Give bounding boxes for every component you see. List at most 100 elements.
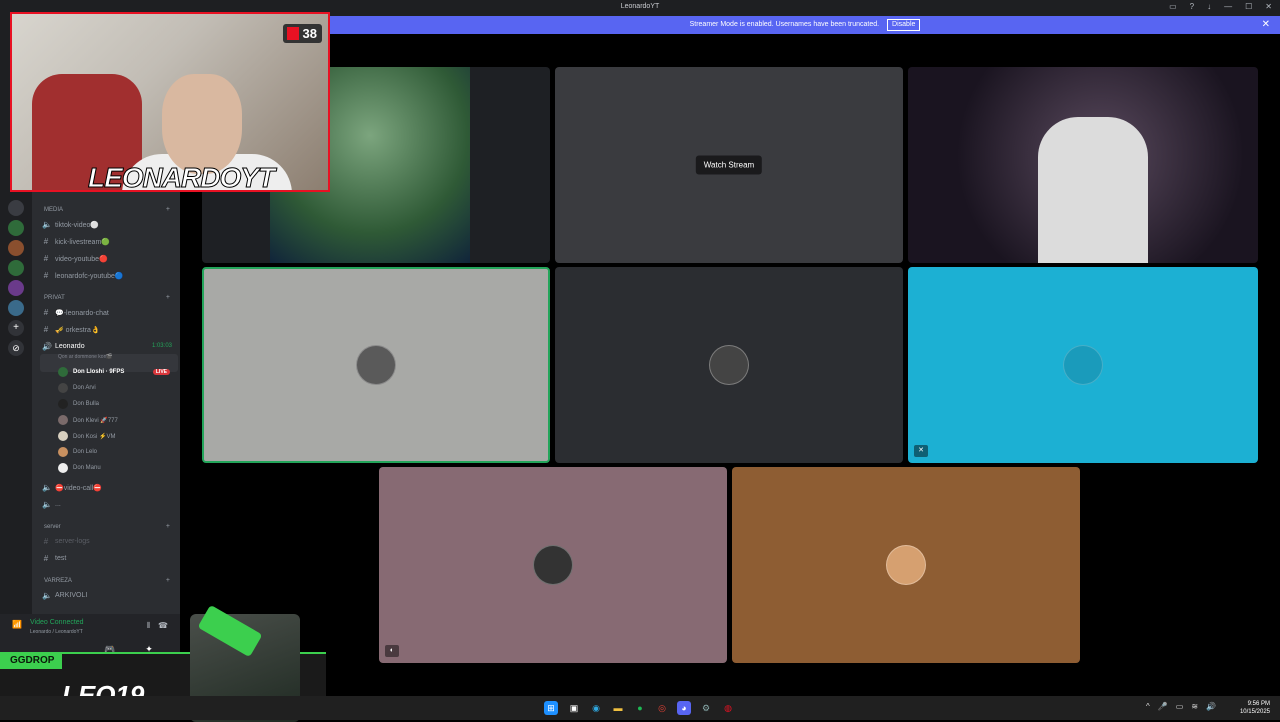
video-stage: Watch Stream ✕ ◐ — [180, 34, 1280, 696]
window-controls: ▭ ? ↓ — ☐ ✕ — [1169, 2, 1272, 11]
add-channel-icon[interactable]: + — [166, 206, 170, 213]
voice-user[interactable]: Don Klevi 🚀777 — [58, 415, 118, 425]
close-icon[interactable]: ✕ — [1265, 2, 1272, 11]
voice-user[interactable]: Don Lloshi · 9FPS — [58, 367, 124, 377]
inbox-icon[interactable]: ▭ — [1169, 2, 1177, 11]
voice-user[interactable]: Don Kosi ⚡VM — [58, 431, 115, 441]
add-channel-icon[interactable]: + — [166, 294, 170, 301]
clock[interactable]: 9:56 PM 10/15/2025 — [1240, 700, 1270, 716]
voice-user[interactable]: Don Manu — [58, 463, 101, 473]
channel-item[interactable]: 🔈 tiktok-video⚪ — [42, 220, 99, 229]
video-tile-speaking[interactable] — [202, 267, 550, 463]
server-icon[interactable] — [8, 260, 24, 276]
muted-icon: ✕ — [914, 445, 928, 457]
system-tray: ^ 🎤 ▭ ≋ 🔊 — [1146, 702, 1216, 711]
hash-icon: # — [43, 271, 49, 280]
channel-item[interactable]: # video-youtube🔴 — [42, 254, 108, 263]
channel-item[interactable]: # 💬-leonardo-chat — [42, 308, 109, 317]
wifi-icon[interactable]: ≋ — [1191, 702, 1198, 711]
hash-icon: # — [43, 554, 49, 563]
file-explorer-icon[interactable]: ▬ — [611, 701, 625, 715]
watch-stream-button[interactable]: Watch Stream — [695, 155, 763, 175]
category-privat[interactable]: PRIVAT — [44, 295, 65, 301]
discord-icon[interactable]: ◕ — [677, 701, 691, 715]
microphone-icon[interactable]: 🎤 — [1158, 702, 1168, 711]
channel-item[interactable]: 🔈 ⛔video-call⛔ — [42, 483, 102, 492]
avatar — [1063, 345, 1103, 385]
add-channel-icon[interactable]: + — [166, 523, 170, 530]
category-varreza[interactable]: VARREZA — [44, 578, 72, 584]
channel-label: video-youtube🔴 — [55, 255, 108, 263]
channel-item[interactable]: # server-logs — [42, 537, 90, 546]
video-tile[interactable] — [908, 67, 1258, 263]
download-icon[interactable]: ↓ — [1207, 2, 1211, 11]
signal-icon[interactable]: 📶 — [12, 620, 22, 629]
help-icon[interactable]: ? — [1190, 2, 1194, 11]
user-name: Don Bulla — [73, 401, 100, 407]
channel-label: tiktok-video⚪ — [55, 221, 100, 229]
video-tile[interactable] — [732, 467, 1080, 663]
windows-start-icon[interactable]: ⊞ — [544, 701, 558, 715]
hash-icon: # — [43, 237, 49, 246]
noise-suppression-icon[interactable]: ⫴ — [147, 621, 150, 631]
spotify-icon[interactable]: ● — [633, 701, 647, 715]
speaker-icon: 🔈 — [42, 591, 52, 600]
close-icon[interactable]: ✕ — [1262, 16, 1270, 34]
channel-item[interactable]: # kick-livestream🟢 — [42, 237, 110, 246]
video-tile[interactable]: ✕ — [908, 267, 1258, 463]
steam-icon[interactable]: ⚙ — [699, 701, 713, 715]
avatar — [58, 447, 68, 457]
video-tile[interactable]: ◐ — [379, 467, 727, 663]
task-view-icon[interactable]: ▣ — [567, 701, 581, 715]
channel-label: 💬-leonardo-chat — [55, 309, 109, 317]
edge-icon[interactable]: ◉ — [589, 701, 603, 715]
channel-label: kick-livestream🟢 — [55, 238, 110, 246]
chrome-icon[interactable]: ◎ — [655, 701, 669, 715]
add-channel-icon[interactable]: + — [166, 577, 170, 584]
kill-counter: 38 — [282, 24, 322, 43]
voice-channel-label: Leonardo — [55, 343, 85, 350]
server-icon[interactable] — [8, 200, 24, 216]
recording-app-icon[interactable]: ◍ — [721, 701, 735, 715]
brand-logo-text: LEONARDOYT — [88, 162, 276, 192]
channel-label: ⛔video-call⛔ — [55, 484, 103, 492]
channel-item[interactable]: 🔈... — [42, 500, 61, 509]
avatar — [58, 415, 68, 425]
voice-channel-leonardo[interactable]: 🔊 Leonardo — [42, 342, 85, 351]
server-icon[interactable] — [8, 300, 24, 316]
voice-user[interactable]: Don Arvi — [58, 383, 96, 393]
minimize-icon[interactable]: — — [1224, 2, 1232, 11]
disable-button[interactable]: Disable — [887, 19, 921, 31]
channel-item[interactable]: # 🎺 orkestra👌 — [42, 325, 100, 334]
voice-user[interactable]: Don Bulla — [58, 399, 99, 409]
sponsor-logo: GGDROP — [0, 652, 63, 669]
user-name: Don Arvi — [73, 385, 96, 391]
add-server-icon[interactable]: + — [8, 320, 24, 336]
hash-icon: # — [43, 537, 49, 546]
video-tile[interactable] — [555, 267, 903, 463]
category-media[interactable]: MEDIA — [44, 207, 63, 213]
stream-tile[interactable]: Watch Stream — [555, 67, 903, 263]
network-icon[interactable]: ▭ — [1176, 702, 1184, 711]
streamer-mode-banner: Streamer Mode is enabled. Usernames have… — [330, 16, 1280, 34]
channel-item[interactable]: # test — [42, 554, 67, 563]
deafened-icon: ◐ — [385, 645, 399, 657]
avatar — [58, 399, 68, 409]
channel-item[interactable]: 🔈 ARKIVOLI — [42, 591, 87, 600]
channel-item[interactable]: # leonardofc-youtube🔵 — [42, 271, 124, 280]
chevron-up-icon[interactable]: ^ — [1146, 702, 1150, 711]
disconnect-icon[interactable]: ☎ — [158, 621, 168, 631]
server-icon[interactable] — [8, 240, 24, 256]
window-title: LeonardoYT — [620, 3, 660, 10]
voice-user[interactable]: Don Lelo — [58, 447, 97, 457]
server-icon[interactable] — [8, 220, 24, 236]
server-icon[interactable] — [8, 280, 24, 296]
user-name: Don Manu — [73, 465, 101, 471]
volume-icon[interactable]: 🔊 — [1206, 702, 1216, 711]
explore-icon[interactable]: ⊘ — [8, 340, 24, 356]
maximize-icon[interactable]: ☐ — [1245, 2, 1252, 11]
voice-status-sub: Leonardo / LeonardoYT — [30, 629, 83, 635]
user-name: Don Kosi ⚡VM — [73, 433, 116, 440]
category-server[interactable]: server — [44, 524, 61, 530]
avatar — [58, 463, 68, 473]
